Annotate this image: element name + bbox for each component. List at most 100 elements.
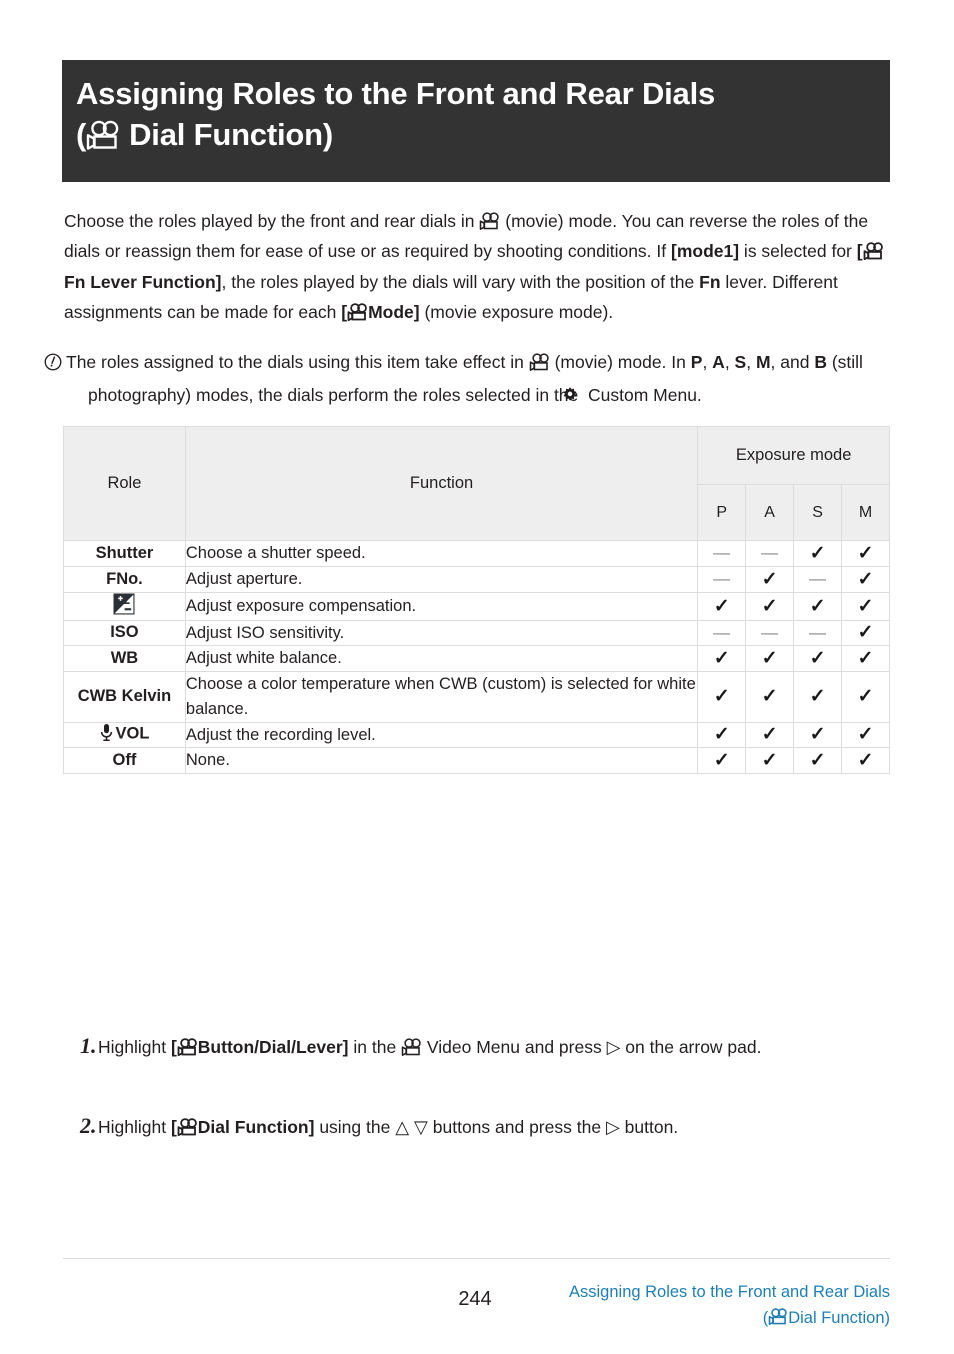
manual-page: Assigning Roles to the Front and Rear Di… [0,0,954,1354]
movie-camera-icon [347,302,368,321]
step1-bold: Button/Dial/Lever] [197,1037,349,1057]
cell-mark-m: ✓ [857,542,874,564]
step1-s3: Video Menu and press [422,1037,607,1057]
cell-function: Adjust white balance. [184,645,699,672]
note-s2: (movie) mode. In [549,352,691,372]
cell-mark-a: ✓ [761,686,778,708]
movie-camera-icon [479,212,500,230]
footer-link-line2: (Dial Function) [569,1306,890,1332]
step2-s4: button. [619,1116,679,1137]
table-row: WB Adjust white balance. ✓ ✓ ✓ ✓ [63,645,890,672]
step1-s2: in the [348,1037,402,1057]
arrow-up-down-icon: △ ▽ [395,1116,428,1137]
cell-mark-a: — [761,543,779,563]
table-body: Shutter Choose a shutter speed. — — ✓ ✓ … [63,540,890,774]
column-header-mode-m: M [841,484,890,541]
cell-mark-p: ✓ [713,750,730,772]
cell-mark-m: ✓ [857,648,874,670]
intro-s1: Choose the roles played by the front and… [64,211,480,231]
cell-role: Off [63,747,186,774]
intro-bold-mode: Mode] [368,301,420,322]
step2-s3: buttons and press the [427,1116,606,1137]
step-2: 2. Highlight [Dial Function] using the △… [64,1112,892,1142]
intro-bold-mode1: [mode1] [671,241,740,262]
note-sep-3: , [746,352,756,372]
note-mode-s: S [734,352,747,372]
paren-open: ( [76,116,87,152]
cell-mark-a: ✓ [761,648,778,670]
cell-mark-s: ✓ [809,686,826,708]
cell-mark-p: ✓ [713,724,730,746]
cell-function: Adjust aperture. [184,565,699,593]
note-mode-m: M [755,352,771,372]
caution-note: The roles assigned to the dials using th… [44,347,894,414]
step1-s4: on the arrow pad. [620,1037,762,1057]
cell-mark-p: ✓ [713,595,730,617]
note-and: , and [770,352,815,372]
footer-link-line1: Assigning Roles to the Front and Rear Di… [569,1283,890,1301]
cell-mark-s: ✓ [809,542,826,564]
cell-mark-m: ✓ [857,622,874,644]
note-s1: The roles assigned to the dials using th… [66,352,529,372]
cell-mark-m: ✓ [857,595,874,617]
cell-mark-s: — [809,569,827,589]
cell-role [63,591,186,621]
movie-camera-icon [177,1038,198,1056]
cell-function: Adjust ISO sensitivity. [184,619,699,647]
column-header-mode-p: P [697,484,747,541]
table-row: CWB Kelvin Choose a color temperature wh… [63,671,890,723]
cell-function: Choose a shutter speed. [184,540,699,567]
cell-mark-m: ✓ [857,568,874,590]
table-row: Adjust exposure compensation. ✓ ✓ ✓ ✓ [63,591,890,621]
column-header-mode-a: A [745,484,795,541]
cell-mark-p: — [713,569,731,589]
arrow-right-icon: ▷ [606,1037,621,1057]
cell-mark-s: — [809,622,827,642]
table-row: Off None. ✓ ✓ ✓ ✓ [63,747,890,774]
column-header-exposure-mode: Exposure mode [697,426,890,485]
step2-s2: using the [314,1116,396,1137]
note-mode-b: B [814,352,827,372]
intro-paragraph: Choose the roles played by the front and… [64,206,892,327]
step-text: Highlight [Button/Dial/Lever] in the Vid… [98,1032,762,1062]
note-mode-a: A [712,352,725,372]
cell-mark-a: ✓ [761,595,778,617]
intro-bold-fn: Fn [699,271,721,292]
footer-divider [63,1258,890,1259]
cell-function: Adjust exposure compensation. [184,591,699,621]
intro-s4: , the roles played by the dials will var… [221,271,700,292]
footer-link[interactable]: Assigning Roles to the Front and Rear Di… [569,1280,890,1331]
cell-role: WB [63,645,186,672]
cell-mark-p: — [713,543,731,563]
exposure-compensation-icon [113,593,135,620]
movie-camera-icon [529,353,550,371]
column-header-function: Function [184,426,699,541]
intro-bold-fn-lever: Fn Lever Function] [64,271,222,292]
roles-table: Role Function Exposure mode P A S M Shut… [63,426,890,774]
movie-camera-icon [768,1308,788,1326]
intro-s6: (movie exposure mode). [419,301,614,322]
column-header-mode-s: S [793,484,843,541]
cell-mark-a: ✓ [761,724,778,746]
note-s4: Custom Menu. [583,385,702,406]
movie-camera-icon [401,1038,422,1056]
cell-mark-a: ✓ [761,568,778,590]
cell-function: Adjust the recording level. [184,721,699,749]
note-sep-2: , [724,352,735,372]
cell-function: Choose a color temperature when CWB (cus… [184,671,699,723]
footer-link-text: Dial Function) [788,1308,890,1327]
table-row: Shutter Choose a shutter speed. — — ✓ ✓ [63,540,890,567]
cell-role: ISO [63,619,186,647]
cell-mark-s: ✓ [809,648,826,670]
cell-role: Shutter [63,540,186,567]
column-header-role: Role [63,426,186,541]
step-number: 2. [80,1112,97,1138]
cell-mark-p: ✓ [713,648,730,670]
page-title-banner: Assigning Roles to the Front and Rear Di… [62,60,890,182]
cell-mark-a: — [761,622,779,642]
step1-s1: Highlight [98,1037,171,1057]
cell-mark-s: ✓ [809,724,826,746]
note-sep-1: , [702,352,713,372]
step-1: 1. Highlight [Button/Dial/Lever] in the … [64,1032,892,1062]
cell-role: FNo. [63,565,186,593]
